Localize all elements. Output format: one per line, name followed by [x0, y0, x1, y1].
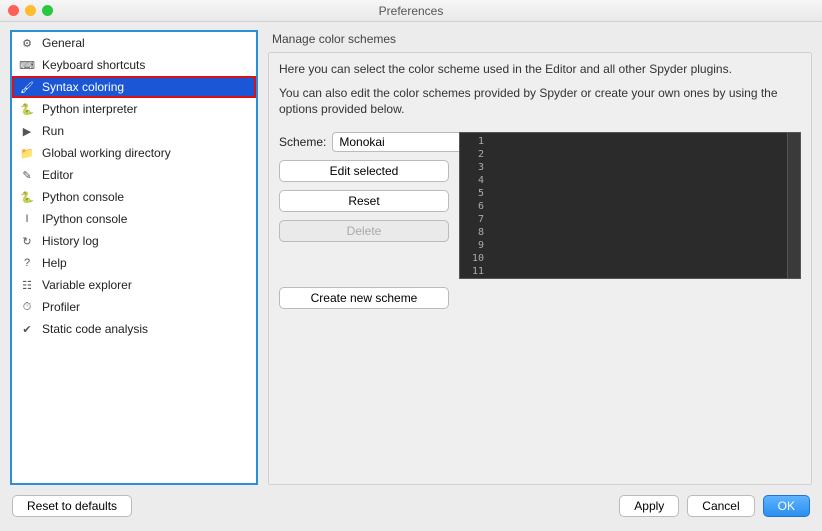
- sidebar-item-label: Global working directory: [42, 146, 171, 160]
- sidebar-item-label: Variable explorer: [42, 278, 132, 292]
- edit-selected-button[interactable]: Edit selected: [279, 160, 449, 182]
- sidebar-icon: ▶: [20, 125, 34, 138]
- sidebar-item-label: Keyboard shortcuts: [42, 58, 145, 72]
- main-panel: Manage color schemes Here you can select…: [268, 30, 812, 485]
- sidebar-icon: ↻: [20, 235, 34, 248]
- intro-text-2: You can also edit the color schemes prov…: [279, 85, 801, 117]
- sidebar-item-label: Python interpreter: [42, 102, 137, 116]
- scheme-label: Scheme:: [279, 135, 326, 149]
- sidebar-item-global-working-directory[interactable]: 📁 Global working directory: [12, 142, 256, 164]
- reset-button[interactable]: Reset: [279, 190, 449, 212]
- apply-button[interactable]: Apply: [619, 495, 679, 517]
- sidebar-icon: ⌨: [20, 59, 34, 72]
- sidebar-item-python-interpreter[interactable]: 🐍 Python interpreter: [12, 98, 256, 120]
- sidebar-icon: 📁: [20, 147, 34, 160]
- cancel-button[interactable]: Cancel: [687, 495, 754, 517]
- sidebar-icon: ✔: [20, 323, 34, 336]
- sidebar-item-variable-explorer[interactable]: ☷ Variable explorer: [12, 274, 256, 296]
- sidebar-item-profiler[interactable]: ⏱ Profiler: [12, 296, 256, 318]
- sidebar-icon: ⚙: [20, 37, 34, 50]
- sidebar-icon: ?: [20, 257, 34, 269]
- titlebar: Preferences: [0, 0, 822, 22]
- sidebar-item-label: Syntax coloring: [42, 80, 124, 94]
- sidebar-item-label: General: [42, 36, 85, 50]
- sidebar-item-ipython-console[interactable]: I IPython console: [12, 208, 256, 230]
- reset-defaults-button[interactable]: Reset to defaults: [12, 495, 132, 517]
- sidebar-item-label: Editor: [42, 168, 73, 182]
- sidebar-item-label: IPython console: [42, 212, 127, 226]
- sidebar-icon: I: [20, 213, 34, 225]
- sidebar-item-run[interactable]: ▶ Run: [12, 120, 256, 142]
- sidebar-item-history-log[interactable]: ↻ History log: [12, 230, 256, 252]
- delete-button: Delete: [279, 220, 449, 242]
- sidebar-item-label: Python console: [42, 190, 124, 204]
- sidebar-item-help[interactable]: ? Help: [12, 252, 256, 274]
- sidebar-icon: ✎: [20, 169, 34, 182]
- sidebar-item-label: History log: [42, 234, 99, 248]
- sidebar-item-label: Profiler: [42, 300, 80, 314]
- sidebar-item-label: Help: [42, 256, 67, 270]
- sidebar-icon: 🖌: [20, 81, 34, 94]
- preferences-sidebar: ⚙ General ⌨ Keyboard shortcuts 🖌 Syntax color…: [10, 30, 258, 485]
- preview-scrollbar[interactable]: [787, 133, 800, 278]
- sidebar-item-python-console[interactable]: 🐍 Python console: [12, 186, 256, 208]
- create-new-scheme-button[interactable]: Create new scheme: [279, 287, 449, 309]
- sidebar-item-label: Run: [42, 124, 64, 138]
- sidebar-icon: ☷: [20, 279, 34, 292]
- intro-text-1: Here you can select the color scheme use…: [279, 61, 801, 77]
- group-box: Here you can select the color scheme use…: [268, 52, 812, 485]
- sidebar-icon: 🐍: [20, 191, 34, 204]
- ok-button[interactable]: OK: [763, 495, 810, 517]
- dialog-footer: Reset to defaults Apply Cancel OK: [0, 489, 822, 531]
- sidebar-item-label: Static code analysis: [42, 322, 148, 336]
- sidebar-item-general[interactable]: ⚙ General: [12, 32, 256, 54]
- sidebar-item-syntax-coloring[interactable]: 🖌 Syntax coloring: [12, 76, 256, 98]
- sidebar-icon: 🐍: [20, 103, 34, 116]
- scheme-preview: 1234567891011: [459, 132, 801, 279]
- sidebar-item-editor[interactable]: ✎ Editor: [12, 164, 256, 186]
- preview-line-numbers: 1234567891011: [460, 133, 488, 278]
- window-title: Preferences: [0, 4, 822, 18]
- group-title: Manage color schemes: [268, 30, 812, 52]
- sidebar-item-static-code-analysis[interactable]: ✔ Static code analysis: [12, 318, 256, 340]
- sidebar-icon: ⏱: [20, 301, 34, 314]
- sidebar-item-keyboard-shortcuts[interactable]: ⌨ Keyboard shortcuts: [12, 54, 256, 76]
